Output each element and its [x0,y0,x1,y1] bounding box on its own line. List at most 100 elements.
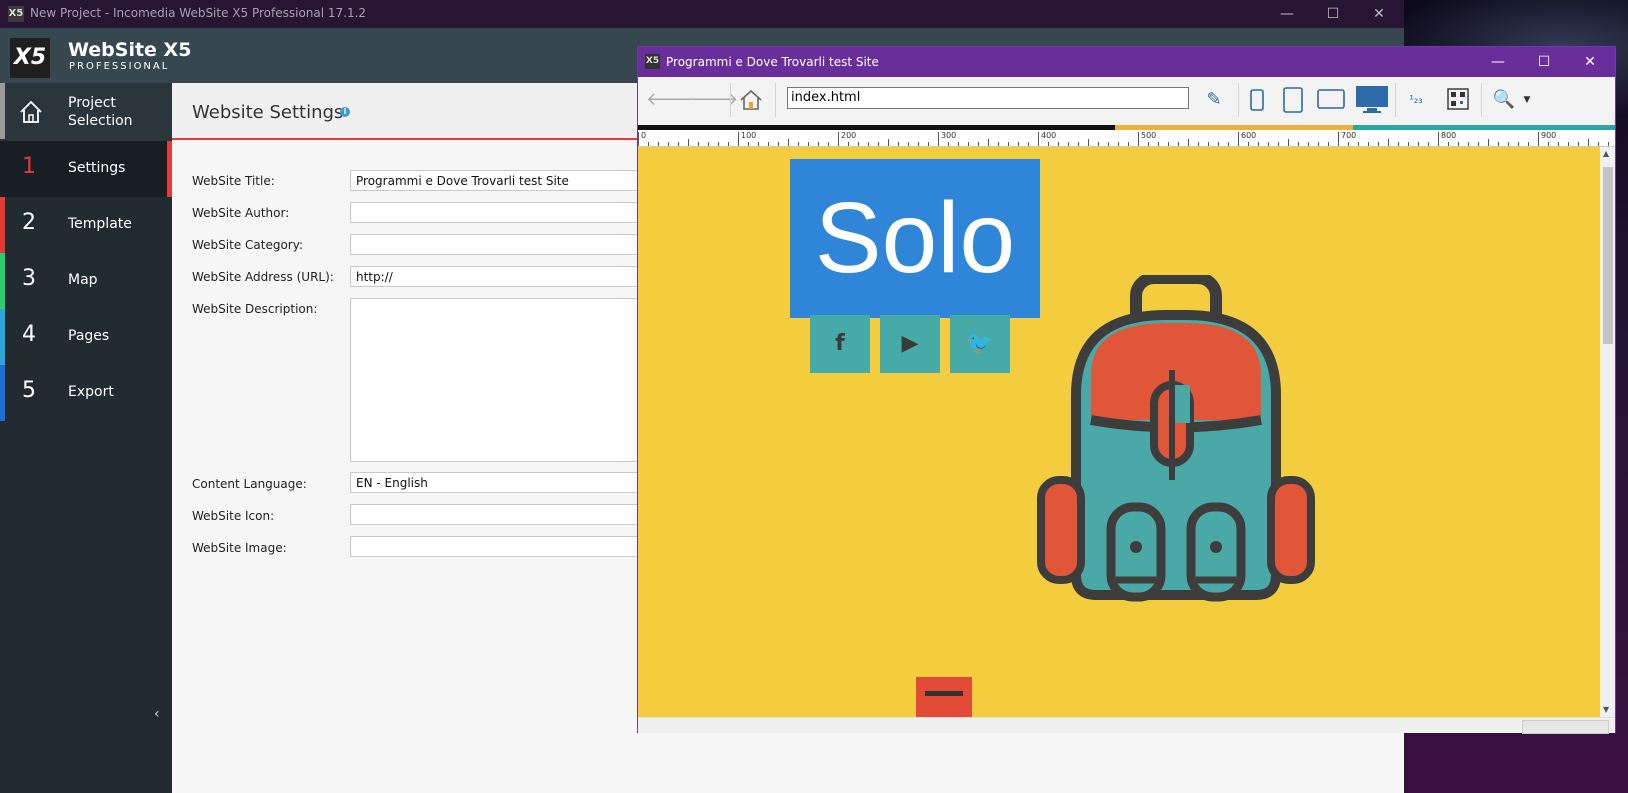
ruler-tick [768,142,769,146]
menu-toggle-button[interactable] [916,677,972,717]
scroll-up-icon[interactable]: ▲ [1603,149,1609,158]
ruler-tick [1228,142,1229,146]
ruler-tick [838,132,839,146]
ruler-tick [1038,132,1039,146]
website-icon-label: WebSite Icon: [192,509,275,523]
website-category-label: WebSite Category: [192,238,303,252]
maximize-button[interactable]: ☐ [1310,0,1356,28]
ruler-tick [738,132,739,146]
app-logo-icon: X5 [8,6,24,22]
sidebar-item-number: 5 [22,378,36,403]
smartphone-icon[interactable] [1250,89,1264,111]
ruler-tick [1048,142,1049,146]
sidebar-item-pages[interactable]: 4 Pages [0,309,172,365]
page-order-icon[interactable]: ¹₂₃ [1401,85,1431,115]
sidebar-item-template[interactable]: 2 Template [0,197,172,253]
ruler-tick [1068,142,1069,146]
ruler-tick [1528,142,1529,146]
ruler-tick [898,142,899,146]
youtube-icon[interactable]: ▶ [880,315,940,373]
twitter-icon[interactable]: 🐦 [950,315,1010,373]
ruler-tick [828,142,829,146]
ruler-tick [1478,142,1479,146]
ruler-tick [968,142,969,146]
tablet-landscape-icon[interactable] [1317,89,1345,111]
ruler-tick [1588,139,1589,146]
scroll-down-icon[interactable]: ▼ [1603,705,1609,714]
preview-window: X5 Programmi e Dove Trovarli test Site —… [637,46,1616,734]
ruler-tick [1118,142,1119,146]
sidebar-item-number: 4 [22,322,36,347]
website-image-field[interactable] [350,536,640,557]
content-language-select[interactable]: EN - English [350,472,640,493]
page-title: Website Settings [192,102,344,123]
ruler-label: 700 [1341,131,1357,140]
ruler-tick [808,142,809,146]
sidebar-item-export[interactable]: 5 Export [0,365,172,421]
edit-page-icon[interactable]: ✎ [1199,85,1229,115]
website-title-label: WebSite Title: [192,174,275,188]
facebook-icon[interactable]: f [810,315,870,373]
ruler-tick [1548,142,1549,146]
back-arrow-icon[interactable]: 🡐 [646,85,694,115]
page-canvas: Solo f ▶ 🐦 [638,147,1600,717]
ruler-tick [1338,132,1339,146]
preview-close-button[interactable]: ✕ [1567,47,1613,77]
minimize-button[interactable]: — [1264,0,1310,28]
preview-maximize-button[interactable]: ☐ [1521,47,1567,77]
ruler-tick [1388,139,1389,146]
ruler-tick [988,139,989,146]
ruler-tick [918,142,919,146]
ruler-tick [1288,139,1289,146]
ruler-tick [908,142,909,146]
website-category-field[interactable] [350,234,640,255]
hero-text: Solo [790,159,1040,318]
ruler-tick [1258,142,1259,146]
ruler-tick [1378,142,1379,146]
website-description-field[interactable] [350,298,640,462]
info-icon[interactable]: i [340,107,350,117]
ruler-tick [1328,142,1329,146]
website-address-field[interactable]: http:// [350,266,640,287]
ruler-tick [1358,142,1359,146]
ruler-tick [1438,132,1439,146]
main-window-title: New Project - Incomedia WebSite X5 Profe… [30,6,367,20]
ruler-label: 600 [1241,131,1257,140]
sidebar-item-map[interactable]: 3 Map [0,253,172,309]
website-address-label: WebSite Address (URL): [192,270,334,284]
tablet-portrait-icon[interactable] [1283,87,1305,113]
ruler-tick [1488,139,1489,146]
forward-arrow-icon[interactable]: 🡒 [690,85,738,115]
qr-code-icon[interactable] [1447,88,1469,110]
ruler-tick [658,142,659,146]
ruler-tick [818,142,819,146]
ruler-tick [1198,142,1199,146]
website-author-field[interactable] [350,202,640,223]
scrollbar-thumb[interactable] [1603,167,1613,344]
ruler-tick [718,142,719,146]
ruler-tick [1418,142,1419,146]
vertical-scrollbar[interactable]: ▲ ▼ [1600,147,1615,717]
website-icon-field[interactable] [350,504,640,525]
ruler-label: 400 [1041,131,1057,140]
website-author-label: WebSite Author: [192,206,290,220]
sidebar-item-settings[interactable]: 1 Settings [0,141,172,197]
home-icon [20,100,42,123]
home-icon[interactable] [738,87,764,113]
ruler-tick [1268,142,1269,146]
ruler-tick [1168,142,1169,146]
preview-minimize-button[interactable]: — [1475,47,1521,77]
website-image-label: WebSite Image: [192,541,287,555]
ruler-tick [998,142,999,146]
close-button[interactable]: ✕ [1356,0,1402,28]
collapse-sidebar-icon[interactable]: ‹ [154,706,160,722]
url-input[interactable]: index.html [787,87,1189,109]
desktop-icon[interactable] [1355,85,1389,115]
website-title-field[interactable]: Programmi e Dove Trovarli test Site [350,170,640,191]
sidebar-item-project-selection[interactable]: Project Selection [0,83,172,141]
ruler-tick [1568,142,1569,146]
ruler-tick [1558,142,1559,146]
ruler-tick [1498,142,1499,146]
chevron-down-icon[interactable]: ▼ [1512,85,1542,115]
brand-logo-icon: X5 [10,38,50,78]
